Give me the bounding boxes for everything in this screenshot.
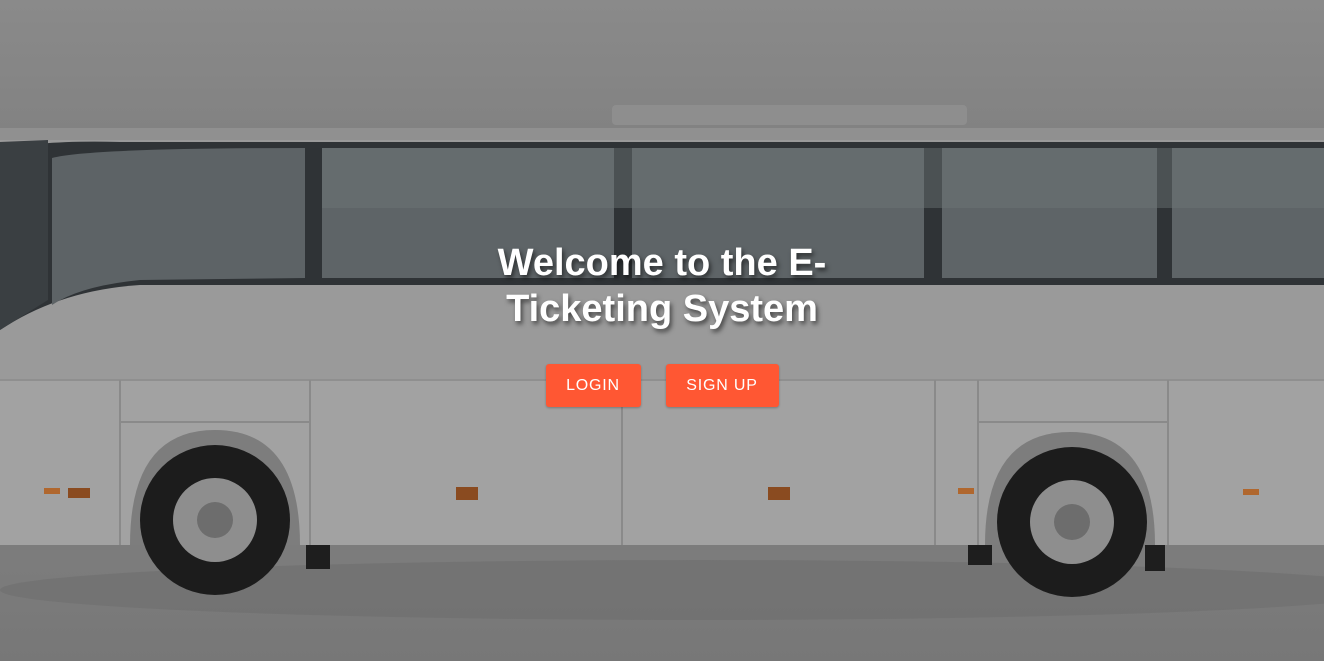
page-title: Welcome to the E-Ticketing System [497,242,827,330]
login-button[interactable]: LOGIN [545,364,641,407]
hero-section: Welcome to the E-Ticketing System LOGIN … [0,0,1324,661]
hero-content: Welcome to the E-Ticketing System LOGIN … [0,240,1324,407]
auth-actions: LOGIN SIGN UP [0,364,1324,407]
signup-button[interactable]: SIGN UP [665,364,779,407]
